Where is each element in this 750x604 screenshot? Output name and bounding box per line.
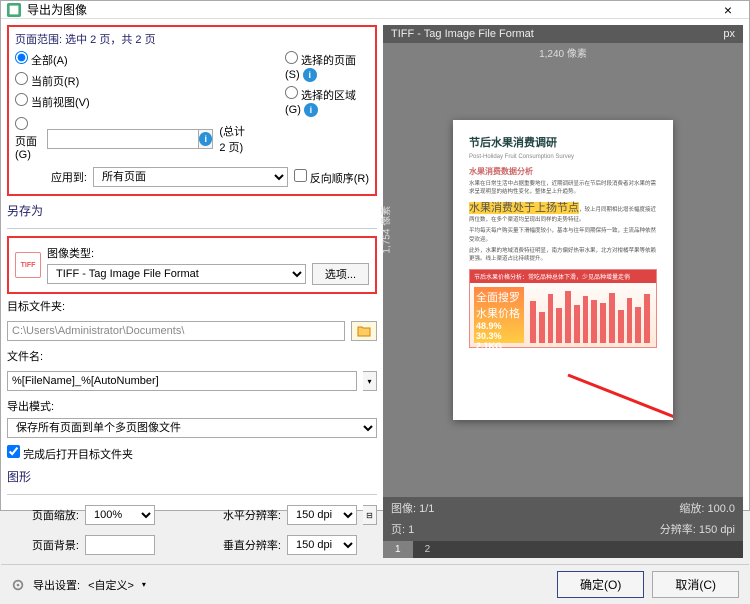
pages-input[interactable] xyxy=(47,129,199,149)
doc-title: 节后水果消费调研 xyxy=(469,134,657,150)
vres-select[interactable]: 150 dpi xyxy=(287,535,357,555)
app-icon xyxy=(7,3,21,17)
page-range-group: 页面范围: 选中 2 页，共 2 页 全部(A) 当前页(R) 当前视图(V) … xyxy=(7,25,377,196)
tiff-icon: TIFF xyxy=(15,252,41,278)
page-tabs: 1 2 xyxy=(383,541,743,558)
radio-current-view[interactable]: 当前视图(V) xyxy=(15,93,245,110)
gear-icon xyxy=(11,578,25,592)
tab-1[interactable]: 1 xyxy=(383,541,413,558)
radio-all[interactable]: 全部(A) xyxy=(15,51,245,68)
chart-title: 节后水果价格分析：常吃品种总体下滑，少见品种增量走俏 xyxy=(470,270,656,283)
radio-selected-pages[interactable]: 选择的页面(S) i xyxy=(285,51,369,82)
hres-label: 水平分辨率: xyxy=(223,507,281,523)
ruler-width: 1,240 像素 xyxy=(383,45,743,60)
annotation-arrow xyxy=(563,370,673,420)
folder-icon xyxy=(357,325,371,337)
window-title: 导出为图像 xyxy=(27,1,713,18)
pages-total: (总计 2 页) xyxy=(219,123,245,155)
titlebar: 导出为图像 × xyxy=(1,1,749,19)
image-type-select[interactable]: TIFF - Tag Image File Format xyxy=(47,264,306,284)
preview-panel: TIFF - Tag Image File Format px 1,240 像素… xyxy=(383,25,743,558)
tab-2[interactable]: 2 xyxy=(413,541,443,558)
info-icon: i xyxy=(304,103,318,117)
filename-input[interactable] xyxy=(7,371,357,391)
zoom-label: 页面缩放: xyxy=(7,507,79,523)
hres-select[interactable]: 150 dpi xyxy=(287,505,357,525)
preview-format: TIFF - Tag Image File Format xyxy=(391,28,534,40)
close-button[interactable]: × xyxy=(713,2,743,18)
preview-area: 1,240 像素 1,754 像素 节后水果消费调研 Post-Holiday … xyxy=(383,43,743,497)
export-settings-value: <自定义> xyxy=(88,577,134,593)
chart: 节后水果价格分析：常吃品种总体下滑，少见品种增量走俏 全面搜罗水果价格 48.9… xyxy=(469,269,657,348)
preview-res: 分辨率: 150 dpi xyxy=(660,521,735,537)
target-folder-input[interactable] xyxy=(7,321,345,341)
save-as-title: 另存为 xyxy=(7,202,377,219)
export-dialog: 导出为图像 × 页面范围: 选中 2 页，共 2 页 全部(A) 当前页(R) … xyxy=(0,0,750,511)
browse-folder-button[interactable] xyxy=(351,321,377,341)
export-mode-label: 导出模式: xyxy=(7,398,377,414)
reverse-checkbox[interactable]: 反向顺序(R) xyxy=(294,169,369,186)
page-index: 页: 1 xyxy=(391,521,414,537)
vres-label: 垂直分辨率: xyxy=(223,537,281,553)
ok-button[interactable]: 确定(O) xyxy=(557,571,644,598)
preview-zoom: 缩放: 100.0 xyxy=(679,500,735,516)
target-folder-label: 目标文件夹: xyxy=(7,298,377,314)
page-thumbnail: 节后水果消费调研 Post-Holiday Fruit Consumption … xyxy=(453,120,673,420)
radio-pages[interactable]: 页面(G) xyxy=(15,117,41,161)
cancel-button[interactable]: 取消(C) xyxy=(652,571,739,598)
export-mode-select[interactable]: 保存所有页面到单个多页图像文件 xyxy=(7,418,377,438)
image-type-label: 图像类型: xyxy=(47,245,369,261)
info-icon: i xyxy=(199,132,212,146)
open-after-checkbox[interactable]: 完成后打开目标文件夹 xyxy=(7,445,377,462)
radio-current-page[interactable]: 当前页(R) xyxy=(15,72,245,89)
save-as-group: TIFF 图像类型: TIFF - Tag Image File Format … xyxy=(7,236,377,294)
doc-subtitle: Post-Holiday Fruit Consumption Survey xyxy=(469,154,657,160)
dialog-footer: 导出设置: <自定义> ▾ 确定(O) 取消(C) xyxy=(1,564,749,604)
zoom-select[interactable]: 100% xyxy=(85,505,155,525)
page-range-header: 页面范围: 选中 2 页，共 2 页 xyxy=(15,31,369,47)
options-button[interactable]: 选项... xyxy=(312,263,369,285)
export-settings-label: 导出设置: xyxy=(33,577,80,593)
filename-label: 文件名: xyxy=(7,348,377,364)
link-res-button[interactable]: ⊟ xyxy=(363,505,377,525)
ruler-height: 1,754 像素 xyxy=(378,206,393,254)
radio-selected-area[interactable]: 选择的区域(G) i xyxy=(285,86,369,117)
filename-macro-button[interactable]: ▾ xyxy=(363,371,377,391)
apply-to-label: 应用到: xyxy=(15,169,87,185)
graphic-title: 图形 xyxy=(7,468,377,485)
bg-label: 页面背景: xyxy=(7,537,79,553)
image-index: 图像: 1/1 xyxy=(391,500,434,516)
preview-unit: px xyxy=(723,28,735,40)
info-icon: i xyxy=(303,68,317,82)
bg-color-picker[interactable] xyxy=(85,535,155,555)
apply-to-select[interactable]: 所有页面 xyxy=(93,167,288,187)
doc-section: 水果消费数据分析 xyxy=(469,166,657,177)
